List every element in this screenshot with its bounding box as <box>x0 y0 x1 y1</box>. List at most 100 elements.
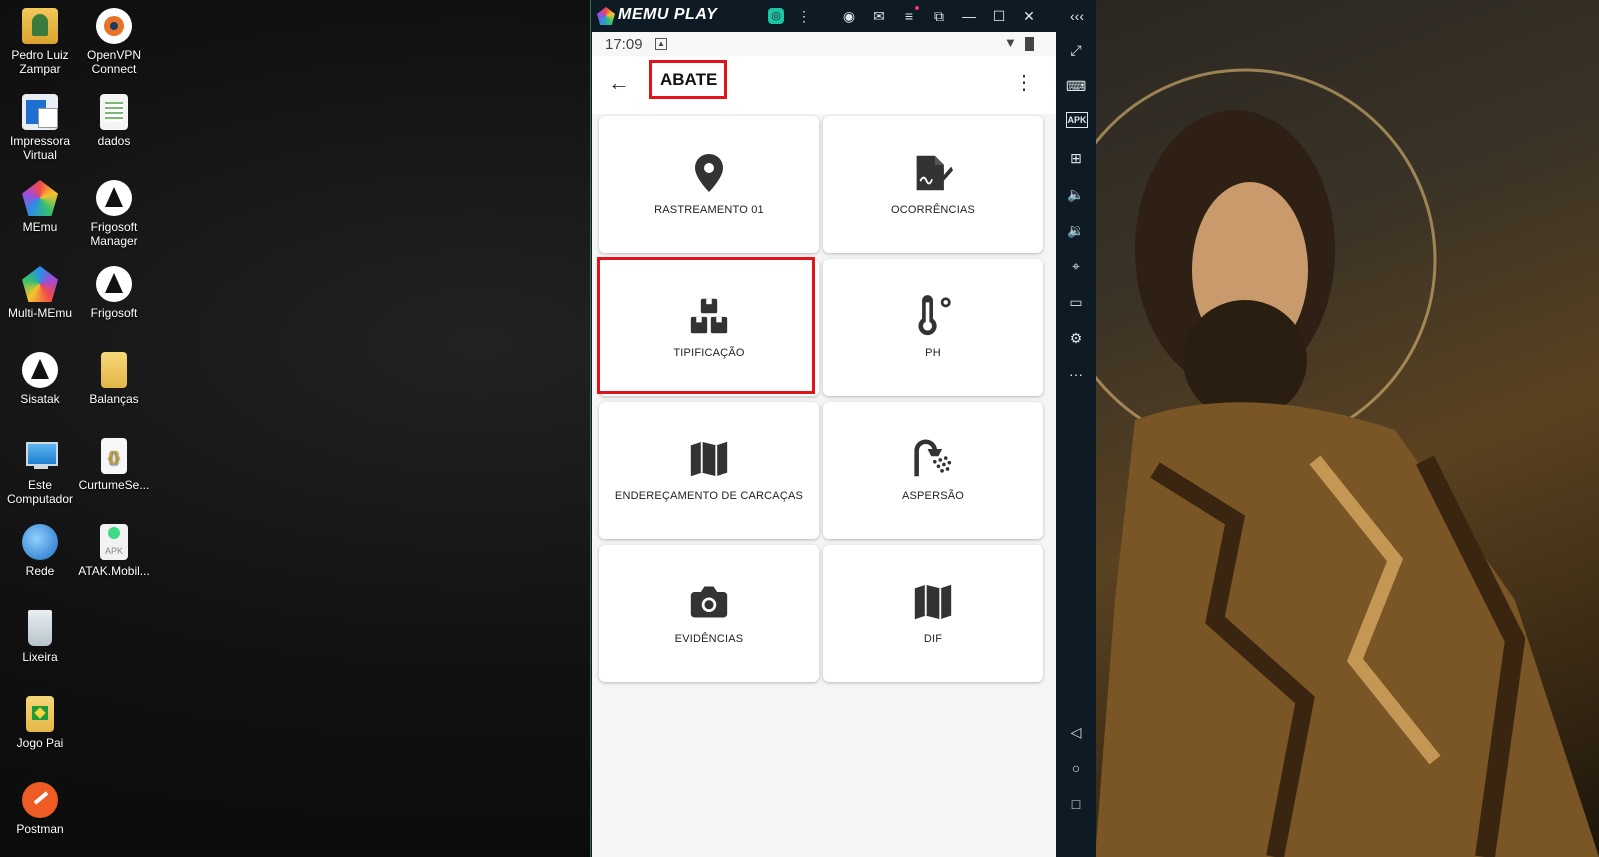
status-bar: 17:09 ▲ ▼ <box>592 32 1056 56</box>
postman-icon <box>22 782 58 818</box>
apk-file-icon: APK <box>100 524 128 560</box>
folder-brazil-icon <box>26 696 54 732</box>
desktop-icon-label: Frigosoft Manager <box>90 220 138 248</box>
recycle-bin-icon <box>28 610 52 646</box>
desktop-icon-label: Balanças <box>89 392 139 406</box>
desktop-icon-openvpn[interactable]: OpenVPN Connect <box>74 8 154 76</box>
apk-install-icon[interactable]: APK <box>1066 112 1088 128</box>
desktop-icon-jogo-pai[interactable]: Jogo Pai <box>0 696 80 750</box>
tile-label: OCORRÊNCIAS <box>890 204 976 216</box>
desktop-icon-label: MEmu <box>22 220 58 234</box>
desktop-icon-label: Multi-MEmu <box>7 306 72 320</box>
memu-icon <box>22 180 58 216</box>
wifi-icon: ▼ <box>1004 35 1017 50</box>
notification-a-icon: ▲ <box>655 38 667 50</box>
desktop-icon-label: Sisatak <box>20 392 60 406</box>
emulator-titlebar[interactable]: MEMU PLAY ◎ ⋮ ◉ ✉ ≡ ⧉ — ☐ ✕ ‹‹‹ <box>591 0 1096 32</box>
tile-enderecamento[interactable]: ENDEREÇAMENTO DE CARCAÇAS <box>599 402 819 539</box>
settings-gear-icon[interactable]: ⚙ <box>1066 328 1086 348</box>
tile-label: ENDEREÇAMENTO DE CARCAÇAS <box>614 490 804 502</box>
more-horizontal-icon[interactable]: ··· <box>1066 364 1086 384</box>
emulator-title: MEMU PLAY <box>618 6 718 23</box>
menu-icon[interactable]: ≡ <box>901 8 917 24</box>
tile-rastreamento[interactable]: RASTREAMENTO 01 <box>599 116 819 253</box>
frigosoft-icon <box>96 180 132 216</box>
desktop-icon-rede[interactable]: Rede <box>0 524 80 578</box>
tile-label: PH <box>925 347 941 359</box>
spreadsheet-icon <box>100 94 128 130</box>
desktop-icon-dados[interactable]: dados <box>74 94 154 148</box>
desktop-icon-frigosoft-manager[interactable]: Frigosoft Manager <box>74 180 154 248</box>
desktop-icon-frigosoft[interactable]: Frigosoft <box>74 266 154 320</box>
tile-label: ASPERSÃO <box>901 490 965 502</box>
mail-icon[interactable]: ✉ <box>871 8 887 24</box>
add-window-icon[interactable]: ⊞ <box>1066 148 1086 168</box>
signed-document-icon <box>916 155 953 191</box>
desktop-icon-postman[interactable]: Postman <box>0 782 80 836</box>
page-title: ABATE <box>660 70 718 89</box>
close-icon[interactable]: ✕ <box>1021 8 1037 24</box>
desktop-icon-pedro[interactable]: Pedro Luiz Zampar <box>0 8 80 76</box>
memu-emulator-window[interactable]: MEMU PLAY ◎ ⋮ ◉ ✉ ≡ ⧉ — ☐ ✕ ‹‹‹ ⤢ ⌨ APK … <box>590 0 1096 857</box>
desktop-icon-label: ATAK.Mobil... <box>78 564 150 578</box>
keyboard-icon[interactable]: ⌨ <box>1066 76 1086 96</box>
desktop-icon-label: Este Computador <box>6 478 74 506</box>
maximize-icon[interactable]: ☐ <box>991 8 1007 24</box>
fullscreen-icon[interactable]: ⤢ <box>1066 40 1086 60</box>
desktop-icon-balancas[interactable]: Balanças <box>74 352 154 406</box>
tile-evidencias[interactable]: EVIDÊNCIAS <box>599 545 819 682</box>
desktop-icon-lixeira[interactable]: Lixeira <box>0 610 80 664</box>
map-icon <box>914 584 952 620</box>
desktop-icon-label: Frigosoft <box>90 306 138 320</box>
app-badge-icon[interactable]: ◎ <box>768 8 784 24</box>
collapse-sidebar-icon[interactable]: ‹‹‹ <box>1066 8 1088 24</box>
more-vertical-icon[interactable]: ⋮ <box>796 8 812 24</box>
desktop-icon-atak-apk[interactable]: APK ATAK.Mobil... <box>74 524 154 578</box>
desktop-icon-label: Impressora Virtual <box>9 134 71 162</box>
tile-ph[interactable]: PH <box>823 259 1043 396</box>
printer-icon <box>22 94 58 130</box>
folder-icon <box>101 352 127 388</box>
tile-dif[interactable]: DIF <box>823 545 1043 682</box>
minimize-icon[interactable]: — <box>961 8 977 24</box>
screen-cast-icon[interactable]: ⧉ <box>931 8 947 24</box>
tile-ocorrencias[interactable]: OCORRÊNCIAS <box>823 116 1043 253</box>
volume-down-icon[interactable]: 🔉 <box>1066 220 1086 240</box>
computer-icon <box>22 438 58 474</box>
desktop-icon-label: Jogo Pai <box>16 736 64 750</box>
desktop-icon-curtume[interactable]: {} CurtumeSe... <box>74 438 154 492</box>
account-icon[interactable]: ◉ <box>841 8 857 24</box>
openvpn-icon <box>96 8 132 44</box>
tile-aspersao[interactable]: ASPERSÃO <box>823 402 1043 539</box>
desktop-icon-sisatak[interactable]: Sisatak <box>0 352 80 406</box>
desktop-icon-label: OpenVPN Connect <box>86 48 142 76</box>
json-file-icon: {} <box>101 438 127 474</box>
android-back-icon[interactable]: ◁ <box>1066 722 1086 742</box>
desktop-icon-este-computador[interactable]: Este Computador <box>0 438 80 506</box>
sisatak-icon <box>22 352 58 388</box>
user-folder-icon <box>22 8 58 44</box>
overflow-menu-icon[interactable]: ⋮ <box>1012 71 1036 95</box>
desktop-icon-label: CurtumeSe... <box>78 478 150 492</box>
emulator-sidebar: ⤢ ⌨ APK ⊞ 🔈 🔉 ⌖ ▭ ⚙ ··· ◁ ○ □ <box>1056 32 1096 857</box>
location-icon[interactable]: ⌖ <box>1066 256 1086 276</box>
desktop-icon-impressora[interactable]: Impressora Virtual <box>0 94 80 162</box>
network-globe-icon <box>22 524 58 560</box>
desktop-icon-label: Lixeira <box>22 650 58 664</box>
notification-dot <box>915 6 919 10</box>
desktop-icon-memu[interactable]: MEmu <box>0 180 80 234</box>
status-time: 17:09 <box>605 36 643 53</box>
desktop-icon-label: Rede <box>25 564 55 578</box>
desktop-icon-multi-memu[interactable]: Multi-MEmu <box>0 266 80 320</box>
volume-up-icon[interactable]: 🔈 <box>1066 184 1086 204</box>
memu-logo-icon <box>597 7 615 25</box>
back-arrow-icon[interactable]: ← <box>607 71 631 95</box>
folder-icon[interactable]: ▭ <box>1066 292 1086 312</box>
android-screen[interactable]: 17:09 ▲ ▼ ← ABATE ⋮ RASTREAMENTO 01 OCOR… <box>592 32 1056 857</box>
frigosoft-icon <box>96 266 132 302</box>
android-home-icon[interactable]: ○ <box>1066 758 1086 778</box>
apk-badge: APK <box>104 546 123 556</box>
android-recents-icon[interactable]: □ <box>1066 794 1086 814</box>
thermometer-icon <box>918 295 951 336</box>
wallpaper-image <box>1095 0 1599 857</box>
